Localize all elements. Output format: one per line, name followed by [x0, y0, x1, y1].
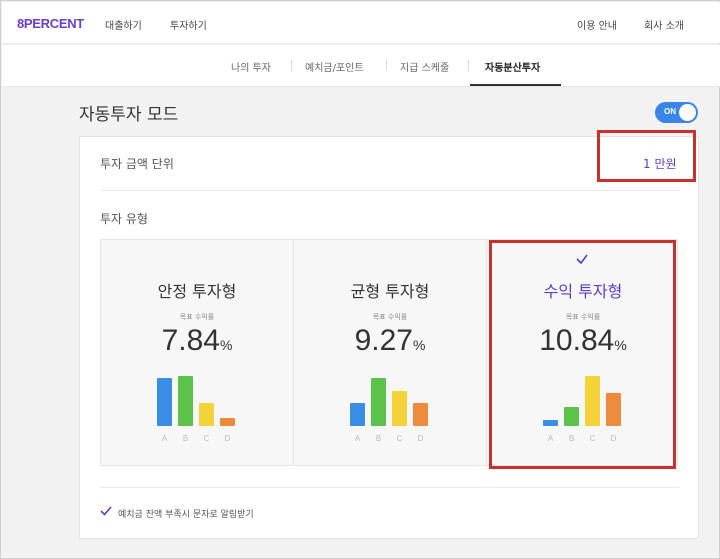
target-return-rate: 9.27%: [294, 324, 486, 358]
allocation-bar-label: D: [417, 434, 424, 443]
divider: [100, 487, 680, 488]
allocation-bar-d: [220, 418, 235, 426]
tab-deposit-points[interactable]: 예치금/포인트: [305, 59, 364, 74]
allocation-bar-a: [157, 378, 172, 426]
allocation-bar-b: [178, 376, 193, 426]
tab-my-investment[interactable]: 나의 투자: [231, 59, 271, 74]
active-tab-indicator: [470, 84, 561, 86]
nav-link-invest[interactable]: 투자하기: [170, 17, 207, 32]
investment-type-label: 투자 유형: [100, 212, 148, 226]
highlight-box-unit: [597, 130, 696, 182]
rate-unit: %: [412, 337, 426, 353]
nav-link-guide[interactable]: 이용 안내: [577, 17, 617, 32]
allocation-bar-label: B: [375, 434, 382, 443]
rate-value: 7.84: [161, 324, 220, 357]
allocation-bar-b: [371, 378, 386, 426]
allocation-bar-c: [392, 391, 407, 426]
allocation-bar-label: B: [182, 434, 189, 443]
target-return-label: 목표 수익률: [179, 313, 215, 321]
auto-invest-toggle[interactable]: ON: [655, 102, 698, 123]
highlight-box-selected-card: [489, 240, 676, 469]
tab-payment-schedule[interactable]: 지급 스케줄: [400, 59, 449, 74]
page-title: 자동투자 모드: [79, 105, 179, 125]
nav-link-about[interactable]: 회사 소개: [644, 17, 684, 32]
target-return-rate: 7.84%: [101, 324, 293, 358]
card-title: 균형 투자형: [350, 282, 430, 301]
card-title: 안정 투자형: [157, 282, 237, 301]
app-frame: 8PERCENT 대출하기 투자하기 이용 안내 회사 소개 나의 투자 예치금…: [0, 0, 720, 559]
unit-label: 투자 금액 단위: [100, 157, 174, 171]
allocation-bar-d: [413, 403, 428, 426]
tab-auto-invest[interactable]: 자동분산투자: [485, 59, 540, 74]
allocation-bar-label: A: [354, 434, 361, 443]
rate-unit: %: [219, 337, 233, 353]
card-stable[interactable]: 안정 투자형 목표 수익률 7.84% A B C D: [101, 240, 293, 465]
divider: [100, 190, 680, 191]
allocation-bar-a: [350, 403, 365, 426]
top-navigation-bar: 8PERCENT 대출하기 투자하기 이용 안내 회사 소개: [2, 2, 720, 44]
allocation-bar-label: C: [203, 434, 210, 443]
toggle-label: ON: [664, 107, 676, 116]
logo[interactable]: 8PERCENT: [17, 16, 84, 31]
rate-value: 9.27: [354, 324, 413, 357]
toggle-knob: [679, 104, 696, 121]
checkbox-check-icon[interactable]: [100, 506, 112, 516]
allocation-bar-label: A: [161, 434, 168, 443]
allocation-bar-label: C: [396, 434, 403, 443]
tab-divider: [386, 60, 387, 71]
sub-navigation: 나의 투자 예치금/포인트 지급 스케줄 자동분산투자: [2, 45, 720, 87]
settings-panel: 투자 금액 단위 1 만원 투자 유형 안정 투자형 목표 수익률 7.84% …: [79, 130, 699, 539]
nav-link-loan[interactable]: 대출하기: [105, 17, 142, 32]
card-balanced[interactable]: 균형 투자형 목표 수익률 9.27% A B C D: [294, 240, 486, 465]
tab-divider: [468, 60, 469, 71]
allocation-bar-label: D: [224, 434, 231, 443]
low-balance-sms-option[interactable]: 예치금 잔액 부족시 문자로 알림받기: [118, 507, 254, 520]
allocation-bar-c: [199, 403, 214, 426]
target-return-label: 목표 수익률: [372, 313, 408, 321]
tab-divider: [291, 60, 292, 71]
